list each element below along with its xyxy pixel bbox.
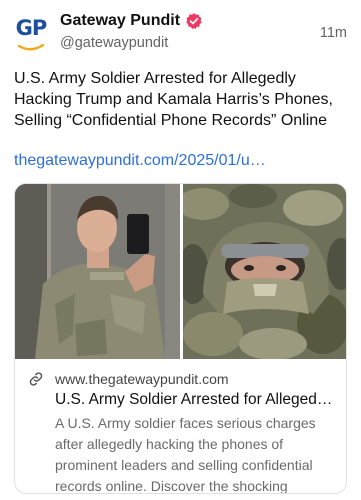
soldier-field-photo	[183, 184, 346, 359]
avatar[interactable]: GP	[14, 18, 48, 52]
link-domain-row: www.thegatewaypundit.com	[27, 370, 337, 388]
link-preview-card[interactable]: www.thegatewaypundit.com U.S. Army Soldi…	[14, 183, 347, 494]
link-icon	[29, 372, 43, 386]
author-display-name[interactable]: Gateway Pundit	[60, 12, 180, 30]
soldier-selfie-photo	[15, 184, 180, 359]
post-body-text: U.S. Army Soldier Arrested for Allegedly…	[14, 70, 333, 129]
soldier-field-illustration	[183, 184, 346, 359]
avatar-logo-text: GP	[15, 16, 48, 40]
author-name-row[interactable]: Gateway Pundit	[60, 12, 203, 30]
link-card-description: A U.S. Army soldier faces serious charge…	[55, 415, 316, 494]
post-link[interactable]: thegatewaypundit.com/2025/01/u…	[14, 150, 354, 171]
soldier-selfie-illustration	[15, 184, 180, 359]
verified-badge-icon	[186, 13, 202, 29]
link-preview-meta: www.thegatewaypundit.com U.S. Army Soldi…	[27, 370, 337, 494]
link-card-title[interactable]: U.S. Army Soldier Arrested for Alleged…	[55, 390, 337, 410]
post-timestamp[interactable]: 11m	[320, 25, 347, 41]
link-domain: www.thegatewaypundit.com	[55, 371, 229, 387]
author-handle[interactable]: @gatewaypundit	[60, 35, 168, 51]
link-preview-images	[15, 184, 346, 359]
avatar-swoosh-icon	[18, 44, 44, 51]
post-header: GP Gateway Pundit @gatewaypundit 11m	[0, 0, 361, 64]
